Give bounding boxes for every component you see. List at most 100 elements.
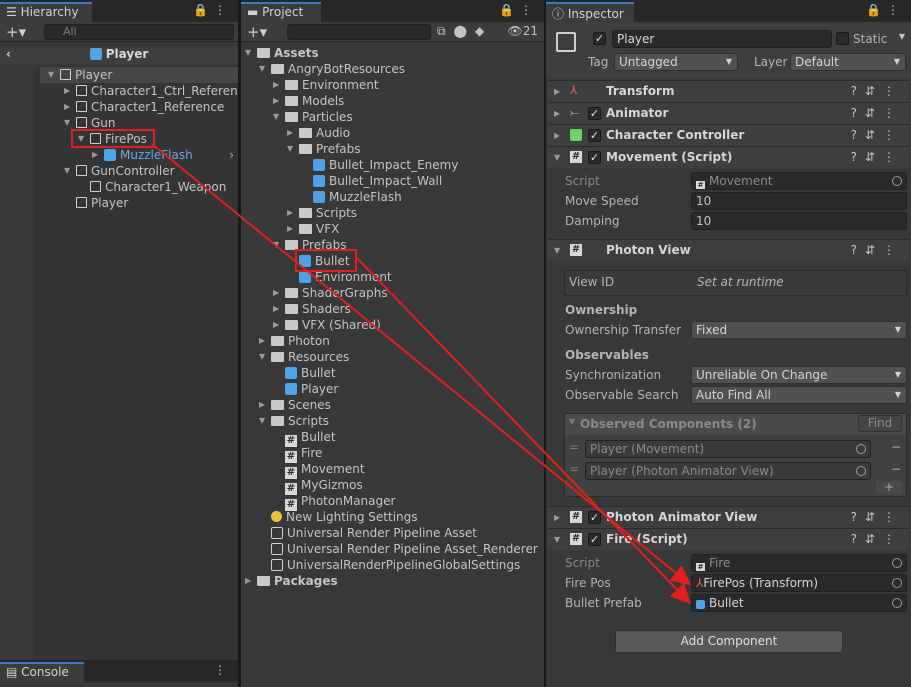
remove-icon[interactable]: − xyxy=(891,462,901,476)
component-menu-icons[interactable]: ?⇵⋮ xyxy=(851,532,903,546)
folder-icon xyxy=(299,208,312,218)
lock-icon[interactable]: 🔒⋮ xyxy=(499,3,538,17)
asset-icon xyxy=(271,527,283,539)
inspector-tab[interactable]: ⓘ Inspector xyxy=(546,2,634,22)
component-menu-icons[interactable]: ?⇵⋮ xyxy=(851,510,903,524)
tree-item[interactable]: ▼ Player xyxy=(40,67,238,83)
tree-item[interactable]: Bullet_Impact_Enemy xyxy=(313,157,458,173)
prefab-icon xyxy=(285,367,297,379)
gameobject-icon xyxy=(76,117,87,128)
gameobject-large-icon xyxy=(556,32,576,52)
synchronization-label: Synchronization xyxy=(565,368,662,382)
observed-item[interactable]: = Player (Movement) − xyxy=(569,440,905,458)
filter-icons[interactable]: ⧉⬤◆ xyxy=(437,24,492,39)
object-picker-icon[interactable] xyxy=(856,444,866,454)
chevron-right-icon[interactable]: › xyxy=(229,147,234,163)
observed-title: Observed Components (2) xyxy=(580,417,757,431)
component-menu-icons[interactable]: ?⇵⋮ xyxy=(851,128,903,142)
component-menu-icons[interactable]: ?⇵⋮ xyxy=(851,150,903,164)
add-button[interactable]: +▾ xyxy=(6,22,26,42)
tree-item[interactable]: # MyGizmos xyxy=(285,477,363,495)
movement-header[interactable]: ▼ # ✓ Movement (Script) ?⇵⋮ xyxy=(548,146,909,168)
chevron-down-icon: ▼ xyxy=(893,57,900,66)
project-search-input[interactable] xyxy=(287,24,431,40)
back-arrow-icon[interactable]: ‹ xyxy=(6,46,11,62)
tree-item[interactable]: Bullet_Impact_Wall xyxy=(313,173,442,189)
add-component-button[interactable]: Add Component xyxy=(615,630,843,653)
hierarchy-tab[interactable]: ☰ Hierarchy xyxy=(0,2,92,22)
layer-value: Default xyxy=(795,55,839,69)
visibility-icon[interactable]: 👁21 xyxy=(507,24,538,38)
remove-icon[interactable]: − xyxy=(891,440,901,454)
component-menu-icons[interactable]: ?⇵⋮ xyxy=(851,106,903,120)
object-picker-icon[interactable] xyxy=(892,578,902,588)
observable-search-dropdown[interactable]: Auto Find All ▼ xyxy=(691,386,907,404)
tree-item[interactable]: # Fire xyxy=(285,445,322,463)
breadcrumb[interactable]: ‹ Player xyxy=(0,46,238,64)
inspector-header: ✓ Player Static ▼ Tag Untagged ▼ Layer De… xyxy=(546,22,911,78)
component-menu-icons[interactable]: ?⇵⋮ xyxy=(851,84,903,98)
tree-item[interactable]: # Bullet xyxy=(285,429,336,447)
label: VFX (Shared) xyxy=(302,318,381,332)
find-button[interactable]: Find xyxy=(858,415,902,432)
synchronization-dropdown[interactable]: Unreliable On Change ▼ xyxy=(691,366,907,384)
label: UniversalRenderPipelineGlobalSettings xyxy=(287,558,521,572)
hierarchy-search-input[interactable]: All xyxy=(44,24,234,40)
tree-item[interactable]: MuzzleFlash xyxy=(313,189,402,205)
move-speed-field[interactable]: 10 xyxy=(691,192,907,210)
transfer-value: Fixed xyxy=(696,323,728,337)
tag-dropdown[interactable]: Untagged ▼ xyxy=(614,53,738,71)
transform-header[interactable]: ▶ ⅄ Transform ?⇵⋮ xyxy=(548,80,909,102)
character-controller-header[interactable]: ▶ ✓ Character Controller ?⇵⋮ xyxy=(548,124,909,146)
console-panel: ▤ Console ⋮ xyxy=(0,660,238,687)
project-tab-label: Project xyxy=(262,5,304,19)
tree-item[interactable]: Universal Render Pipeline Asset_Renderer xyxy=(271,541,538,557)
chevron-down-icon[interactable]: ▼ xyxy=(899,32,905,41)
highlight-bullet xyxy=(295,249,357,272)
fire-pos-field[interactable]: ⅄FirePos (Transform) xyxy=(691,574,907,592)
photon-view-header[interactable]: ▼ # Photon View ?⇵⋮ xyxy=(548,239,909,261)
animator-header[interactable]: ▶ ⤚ ✓ Animator ?⇵⋮ xyxy=(548,102,909,124)
add-button[interactable]: +▾ xyxy=(247,22,267,42)
photon-animator-view-header[interactable]: ▶ # ✓ Photon Animator View ?⇵⋮ xyxy=(548,506,909,528)
object-picker-icon[interactable] xyxy=(856,466,866,476)
tree-item[interactable]: Player xyxy=(285,381,338,397)
tree-item[interactable]: # PhotonManager xyxy=(285,493,395,511)
label: AngryBotResources xyxy=(288,62,406,76)
static-checkbox[interactable] xyxy=(836,32,849,45)
damping-field[interactable]: 10 xyxy=(691,212,907,230)
view-id-value: Set at runtime xyxy=(697,275,784,289)
tree-item[interactable]: # Movement xyxy=(285,461,365,479)
chevron-down-icon: ▼ xyxy=(894,325,901,334)
inspector-tabbar: ⓘ Inspector 🔒⋮ xyxy=(546,0,911,22)
label: Player xyxy=(75,68,113,82)
active-checkbox[interactable]: ✓ xyxy=(593,32,606,45)
lock-icon[interactable]: 🔒⋮ xyxy=(866,3,905,17)
tree-item[interactable]: UniversalRenderPipelineGlobalSettings xyxy=(271,557,520,573)
console-tab[interactable]: ▤ Console xyxy=(0,662,84,682)
name-field[interactable]: Player xyxy=(612,30,832,48)
bullet-prefab-field[interactable]: Bullet xyxy=(691,594,907,612)
component-menu-icons[interactable]: ?⇵⋮ xyxy=(851,243,903,257)
chevron-down-icon: ▼ xyxy=(725,57,732,66)
lock-icon[interactable]: 🔒⋮ xyxy=(193,3,232,17)
script-value: Fire xyxy=(709,556,731,570)
fire-pos-label: Fire Pos xyxy=(565,576,611,590)
drag-handle-icon[interactable]: = xyxy=(569,462,579,476)
tree-item[interactable]: Universal Render Pipeline Asset xyxy=(271,525,477,541)
ownership-transfer-dropdown[interactable]: Fixed ▼ xyxy=(691,321,907,339)
fire-header[interactable]: ▼ # ✓ Fire (Script) ?⇵⋮ xyxy=(548,528,909,550)
tree-item[interactable]: Bullet xyxy=(285,365,336,381)
project-tab[interactable]: ▬ Project xyxy=(241,2,321,22)
tree-item[interactable]: ▶ MuzzleFlash › xyxy=(88,147,238,163)
more-icon[interactable]: ⋮ xyxy=(214,663,232,677)
tree-item[interactable]: New Lighting Settings xyxy=(271,509,418,525)
layer-dropdown[interactable]: Default ▼ xyxy=(790,53,906,71)
drag-handle-icon[interactable]: = xyxy=(569,440,579,454)
script-icon: # xyxy=(570,151,582,163)
object-picker-icon[interactable] xyxy=(892,176,902,186)
object-picker-icon[interactable] xyxy=(892,598,902,608)
add-observed-button[interactable]: + xyxy=(876,481,902,494)
object-picker-icon[interactable] xyxy=(892,558,902,568)
observed-item[interactable]: = Player (Photon Animator View) − xyxy=(569,462,905,480)
